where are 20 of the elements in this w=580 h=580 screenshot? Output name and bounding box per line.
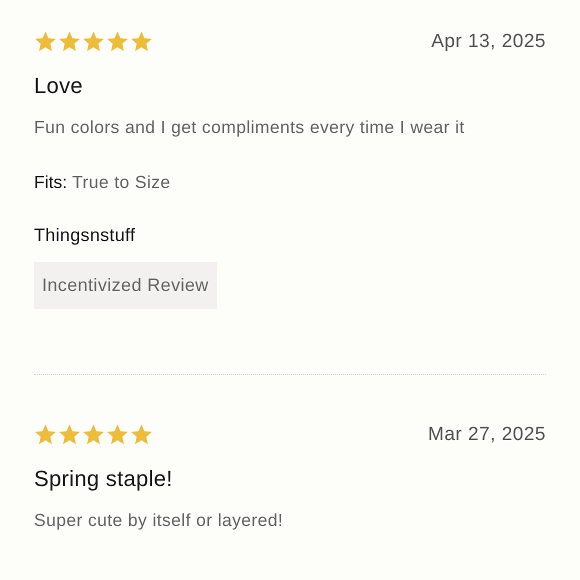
review-text: Super cute by itself or layered! (34, 510, 284, 531)
fit-value: True to Size (72, 172, 171, 193)
review-text: Fun colors and I get compliments every time I wear it (34, 117, 466, 138)
star-icon (82, 423, 105, 446)
star-icon (106, 30, 129, 53)
star-icon (130, 423, 153, 446)
star-icon (34, 30, 57, 53)
star-icon (82, 30, 105, 53)
reviewer-name: Thingsnstuff (34, 225, 136, 246)
review-date: Mar 27, 2025 (428, 424, 546, 446)
fit-label: Fits: (34, 172, 68, 193)
star-icon (58, 423, 81, 446)
review-title: Love (34, 73, 84, 99)
review-date: Apr 13, 2025 (431, 30, 546, 52)
star-icon (106, 423, 129, 446)
star-icon (34, 423, 57, 446)
star-icon (58, 30, 81, 53)
review-title: Spring staple! (34, 466, 174, 492)
star-icon (130, 30, 153, 53)
incentivized-tag: Incentivized Review (34, 262, 217, 309)
